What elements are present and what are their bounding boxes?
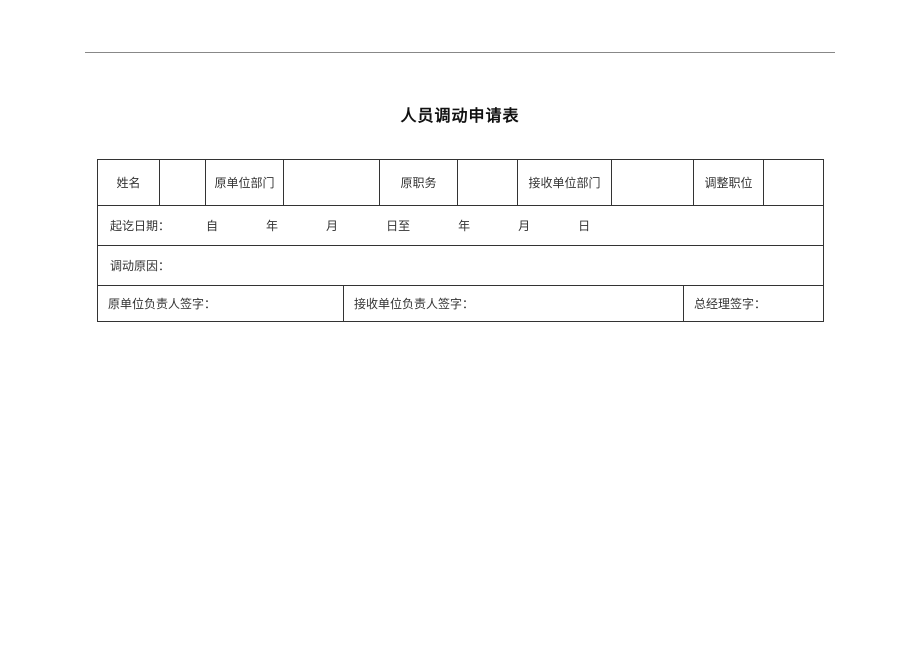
- date-month1: 月: [326, 217, 338, 234]
- orig-title-label: 原职务: [380, 160, 458, 206]
- adj-title-value: [764, 160, 824, 206]
- recv-dept-label: 接收单位部门: [518, 160, 612, 206]
- page-top-rule: [85, 52, 835, 53]
- date-range-cell: 起讫日期： 自 年 月 日至 年 月 日: [98, 206, 824, 246]
- adj-title-label: 调整职位: [694, 160, 764, 206]
- transfer-form-table: 姓名 原单位部门 原职务 接收单位部门 调整职位 起讫日期： 自 年 月 日至 …: [97, 159, 824, 322]
- date-from: 自: [206, 217, 218, 234]
- date-range-text: 起讫日期： 自 年 月 日至 年 月 日: [110, 219, 590, 233]
- date-day2: 日: [578, 217, 590, 234]
- header-row: 姓名 原单位部门 原职务 接收单位部门 调整职位: [98, 160, 824, 206]
- date-month2: 月: [518, 217, 530, 234]
- sig-orig-label: 原单位负责人签字：: [108, 297, 216, 311]
- sig-gm-label: 总经理签字：: [694, 297, 766, 311]
- orig-dept-value: [284, 160, 380, 206]
- recv-dept-value: [612, 160, 694, 206]
- orig-title-value: [458, 160, 518, 206]
- sig-recv-cell: 接收单位负责人签字：: [344, 286, 684, 322]
- sig-recv-label: 接收单位负责人签字：: [354, 297, 474, 311]
- orig-dept-label: 原单位部门: [206, 160, 284, 206]
- name-label: 姓名: [98, 160, 160, 206]
- sig-orig-cell: 原单位负责人签字：: [98, 286, 344, 322]
- reason-row: 调动原因：: [98, 246, 824, 286]
- date-range-row: 起讫日期： 自 年 月 日至 年 月 日: [98, 206, 824, 246]
- date-year2: 年: [458, 217, 470, 234]
- date-label: 起讫日期：: [110, 217, 170, 234]
- form-title: 人员调动申请表: [0, 102, 920, 126]
- name-value: [160, 160, 206, 206]
- signature-row: 原单位负责人签字： 接收单位负责人签字： 总经理签字：: [98, 286, 824, 322]
- reason-label: 调动原因：: [110, 259, 170, 273]
- date-year1: 年: [266, 217, 278, 234]
- reason-cell: 调动原因：: [98, 246, 824, 286]
- sig-gm-cell: 总经理签字：: [684, 286, 824, 322]
- date-to: 日至: [386, 217, 410, 234]
